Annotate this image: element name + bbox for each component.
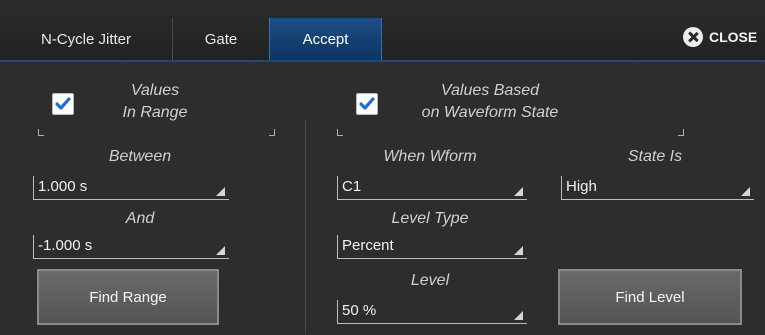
accept-panel: Values In Range Between 1.000 s And -1.0… xyxy=(0,60,765,335)
level-type-value: Percent xyxy=(342,237,394,254)
when-wform-label: When Wform xyxy=(383,148,477,165)
values-based-label-line1: Values Based xyxy=(440,82,540,99)
when-wform-field[interactable]: C1 xyxy=(337,176,527,200)
values-in-range-checkbox[interactable] xyxy=(52,93,74,115)
between-value: 1.000 s xyxy=(38,178,88,195)
and-field[interactable]: -1.000 s xyxy=(33,235,229,259)
tab-accept[interactable]: Accept xyxy=(269,18,382,60)
section-divider xyxy=(305,120,306,334)
find-level-button[interactable]: Find Level xyxy=(558,269,742,325)
state-is-label: State Is xyxy=(627,148,683,165)
level-label: Level xyxy=(410,272,450,289)
group-corner xyxy=(38,129,44,136)
find-level-label: Find Level xyxy=(615,288,685,306)
dropdown-corner-icon xyxy=(216,246,225,255)
values-in-range-label-line2: In Range xyxy=(122,104,188,121)
level-field[interactable]: 50 % xyxy=(337,300,527,324)
dropdown-corner-icon xyxy=(514,187,523,196)
dropdown-corner-icon xyxy=(741,187,750,196)
state-is-value: High xyxy=(566,178,597,195)
find-range-label: Find Range xyxy=(89,288,167,306)
group-corner xyxy=(678,129,684,136)
when-wform-value: C1 xyxy=(342,178,362,195)
checkmark-icon xyxy=(55,97,71,110)
group-corner xyxy=(337,129,343,136)
checkmark-icon xyxy=(359,97,375,110)
values-in-range-label-line1: Values xyxy=(130,82,180,99)
level-type-field[interactable]: Percent xyxy=(337,235,527,259)
tab-n-cycle-jitter[interactable]: N-Cycle Jitter xyxy=(0,18,173,60)
and-value: -1.000 s xyxy=(38,237,93,254)
level-type-label: Level Type xyxy=(391,210,469,227)
level-value: 50 % xyxy=(342,302,377,319)
close-icon xyxy=(683,27,703,47)
tab-bar: N-Cycle Jitter Gate Accept CLOSE xyxy=(0,0,765,60)
tab-gate[interactable]: Gate xyxy=(173,18,269,60)
state-is-field[interactable]: High xyxy=(561,176,754,200)
dropdown-corner-icon xyxy=(514,246,523,255)
and-label: And xyxy=(125,210,155,227)
between-label: Between xyxy=(108,148,172,165)
group-corner xyxy=(269,129,275,136)
find-range-button[interactable]: Find Range xyxy=(37,269,219,325)
close-button[interactable]: CLOSE xyxy=(683,26,757,48)
dropdown-corner-icon xyxy=(514,311,523,320)
values-based-on-state-checkbox[interactable] xyxy=(356,93,378,115)
between-field[interactable]: 1.000 s xyxy=(33,176,229,200)
values-based-label-line2: on Waveform State xyxy=(421,104,559,121)
dropdown-corner-icon xyxy=(216,187,225,196)
close-label: CLOSE xyxy=(709,29,758,45)
